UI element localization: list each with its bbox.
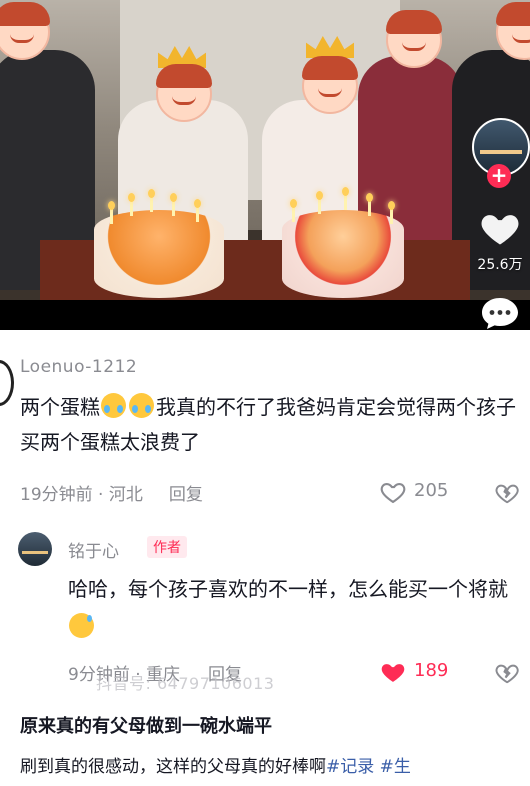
comment-like-count: 205 <box>414 480 449 501</box>
comment-time-location: 19分钟前 · 河北 <box>20 485 143 505</box>
grinning-sweat-emoji <box>68 613 96 639</box>
reply-text-part: 哈哈，每个孩子喜欢的不一样，怎么能买一个将就 <box>68 577 508 601</box>
candle <box>128 193 135 216</box>
follow-plus-icon[interactable]: + <box>487 164 511 188</box>
hashtag-link[interactable]: #记录 <box>326 757 374 777</box>
cake-left <box>94 210 224 298</box>
comment-username[interactable]: Loenuo-1212 <box>20 357 137 377</box>
crying-face-emoji <box>100 393 128 419</box>
post-description-text: 刷到真的很感动，这样的父母真的好棒啊 <box>20 757 326 777</box>
sticker-face-child-left <box>156 64 212 122</box>
reply-button[interactable]: 回复 <box>169 485 203 505</box>
video-player[interactable]: + 25.6万 <box>0 0 530 330</box>
heart-icon[interactable] <box>478 206 522 250</box>
candle <box>290 199 297 222</box>
reply-username[interactable]: 铭于心 <box>68 537 119 562</box>
sticker-face-child-right <box>302 56 358 114</box>
page-edge-ring <box>0 360 14 406</box>
post-description: 刷到真的很感动，这样的父母真的好棒啊#记录 #生 <box>20 752 530 777</box>
cake-right <box>282 210 404 298</box>
candle <box>148 189 155 212</box>
video-bottom-bar <box>0 300 530 330</box>
candle <box>108 201 115 224</box>
sticker-face-woman <box>386 10 442 68</box>
dislike-broken-heart-icon[interactable] <box>494 480 520 506</box>
like-outline-icon[interactable] <box>378 478 408 506</box>
candle <box>342 187 349 210</box>
comment-icon[interactable] <box>480 296 520 330</box>
reply-like-count: 189 <box>414 660 449 681</box>
hashtag-link[interactable]: #生 <box>380 757 411 777</box>
candle <box>194 199 201 222</box>
candle <box>170 193 177 216</box>
reply-text: 哈哈，每个孩子喜欢的不一样，怎么能买一个将就 <box>68 570 508 646</box>
douyin-watermark: 抖音号: 64797106013 <box>96 674 275 693</box>
crying-face-emoji <box>128 393 156 419</box>
reply-avatar[interactable] <box>18 532 52 566</box>
like-filled-icon[interactable] <box>378 658 408 686</box>
candle <box>366 193 373 216</box>
video-like-count: 25.6万 <box>477 257 523 273</box>
post-title: 原来真的有父母做到一碗水端平 <box>20 716 272 737</box>
comment-text-part: 两个蛋糕 <box>20 395 100 419</box>
candle <box>388 201 395 224</box>
comment-text: 两个蛋糕 我真的不行了我爸妈肯定会觉得两个孩子买两个蛋糕太浪费了 <box>20 390 520 460</box>
author-badge: 作者 <box>147 536 187 558</box>
dislike-broken-heart-icon[interactable] <box>494 660 520 686</box>
comment-meta: 19分钟前 · 河北 回复 <box>20 480 203 505</box>
candle <box>316 191 323 214</box>
